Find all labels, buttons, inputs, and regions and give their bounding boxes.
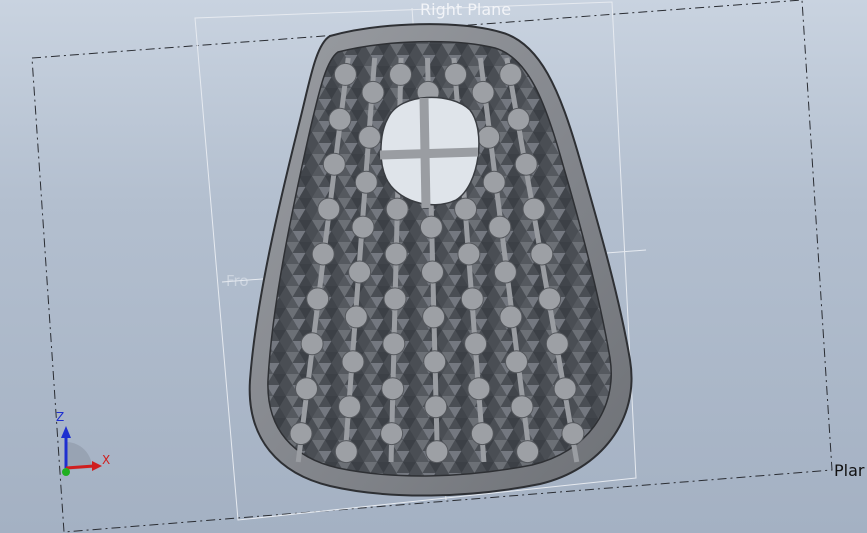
lattice-node	[425, 440, 449, 464]
model-scene[interactable]	[0, 0, 867, 533]
x-axis-icon	[65, 464, 95, 470]
lattice-node	[422, 305, 446, 329]
lattice-node	[470, 422, 494, 446]
lattice-node	[538, 287, 562, 311]
lattice-node	[338, 395, 362, 419]
right-plane-label: Right Plane	[420, 0, 512, 19]
lattice-node	[423, 350, 447, 374]
lattice-node	[467, 377, 491, 401]
lattice-node	[444, 62, 468, 86]
lattice-node	[454, 197, 478, 221]
lattice-node	[289, 422, 313, 446]
lattice-node	[334, 440, 358, 464]
lattice-node	[471, 80, 495, 104]
lattice-node	[477, 125, 501, 149]
lattice-node	[384, 242, 408, 266]
top-plane-label: Plar	[834, 461, 865, 480]
lattice-node	[385, 197, 409, 221]
lattice-node	[421, 260, 444, 284]
reference-triad[interactable]	[44, 410, 114, 480]
y-axis-icon	[62, 468, 70, 476]
lattice-node	[351, 215, 375, 239]
lattice-node	[381, 377, 405, 401]
lattice-node	[361, 80, 385, 104]
lattice-node	[514, 152, 538, 176]
lattice-node	[545, 332, 569, 356]
lattice-node	[516, 440, 540, 464]
lattice-node	[424, 395, 448, 419]
lattice-node	[419, 215, 443, 239]
front-plane-label: Fro	[226, 272, 249, 290]
lattice-node	[457, 242, 481, 266]
lattice-node	[382, 332, 406, 356]
center-cross-h	[379, 147, 479, 160]
lattice-node	[306, 287, 330, 311]
lattice-node	[561, 422, 585, 446]
lattice-node	[380, 422, 404, 446]
lattice-node	[522, 197, 546, 221]
lattice-node	[499, 62, 523, 86]
z-axis-label: Z	[56, 410, 65, 424]
lattice-node	[507, 107, 530, 131]
lattice-node	[383, 287, 407, 311]
graphics-viewport[interactable]: Right Plane Fro Plar Z X	[0, 0, 867, 533]
cushion-model[interactable]	[248, 23, 633, 497]
lattice-node	[328, 107, 352, 131]
lattice-node	[553, 377, 577, 401]
lattice-node	[333, 62, 357, 86]
lattice-node	[358, 125, 382, 149]
lattice-node	[317, 197, 341, 221]
lattice-node	[344, 305, 368, 329]
x-axis-arrow-icon	[92, 461, 102, 471]
lattice-node	[505, 350, 528, 374]
lattice-node	[354, 170, 378, 194]
lattice-node	[464, 332, 488, 356]
lattice-node	[499, 305, 523, 329]
lattice-node	[530, 242, 554, 266]
lattice-node	[493, 260, 517, 284]
lattice-node	[300, 332, 324, 356]
lattice-node	[311, 242, 335, 266]
lattice-node	[482, 170, 506, 194]
lattice-node	[348, 260, 372, 284]
lattice-node	[341, 350, 365, 374]
lattice-node	[510, 395, 534, 419]
lattice-node	[295, 377, 318, 401]
lattice-node	[322, 152, 346, 176]
lattice-node	[389, 62, 412, 86]
lattice-node	[488, 215, 512, 239]
lattice-node	[460, 287, 484, 311]
x-axis-label: X	[102, 453, 111, 467]
z-axis-arrow-icon	[61, 426, 71, 438]
